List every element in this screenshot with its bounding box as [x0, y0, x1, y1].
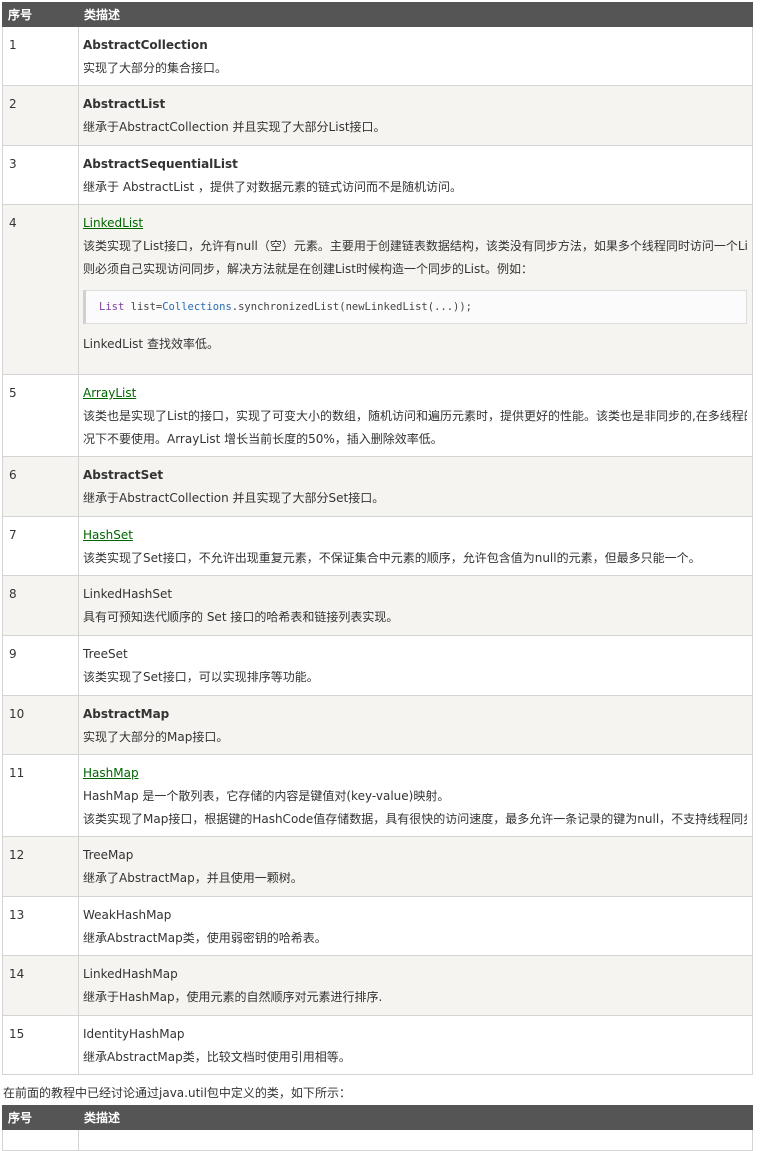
header-index: 序号: [2, 2, 79, 27]
class-name-link[interactable]: HashMap: [83, 766, 747, 780]
row-description: AbstractSequentialList 继承于 AbstractList ，…: [78, 145, 753, 205]
collection-classes-table: 序号 类描述 1 AbstractCollection 实现了大部分的集合接口。 2 A…: [2, 2, 753, 1075]
row-index: 6: [2, 456, 79, 517]
table-row: 14 LinkedHashMap 继承于HashMap，使用元素的自然顺序对元素进行…: [2, 955, 753, 1016]
description-line: 该类也是实现了List的接口，实现了可变大小的数组，随机访问和遍历元素时，提供更…: [83, 410, 747, 423]
header-description: 类描述: [78, 1105, 753, 1130]
description-line: HashMap 是一个散列表，它存储的内容是键值对(key-value)映射。: [83, 790, 450, 803]
class-name: TreeMap: [83, 848, 134, 862]
table-header-row: 序号 类描述: [2, 1105, 753, 1130]
description-line: 继承AbstractMap类，使用弱密钥的哈希表。: [83, 932, 327, 945]
row-description: ArrayList 该类也是实现了List的接口，实现了可变大小的数组，随机访问和…: [78, 374, 753, 457]
row-index: 15: [2, 1015, 79, 1075]
row-description: TreeMap 继承了AbstractMap，并且使用一颗树。: [78, 836, 753, 897]
description-cell: [78, 1129, 753, 1151]
class-name-link[interactable]: LinkedList: [83, 216, 747, 230]
class-name-link[interactable]: HashSet: [83, 528, 747, 542]
row-index: 8: [2, 575, 79, 636]
description-line: 继承于 AbstractList ，提供了对数据元素的链式访问而不是随机访问。: [83, 181, 462, 194]
table-row: 15 IdentityHashMap 继承AbstractMap类，比较文档时使用引…: [2, 1015, 753, 1075]
row-index: 12: [2, 836, 79, 897]
class-name: WeakHashMap: [83, 908, 172, 922]
row-index: 5: [2, 374, 79, 457]
row-index: 2: [2, 85, 79, 146]
row-description: TreeSet 该类实现了Set接口，可以实现排序等功能。: [78, 635, 753, 696]
row-description: AbstractSet 继承于AbstractCollection 并且实现了大部…: [78, 456, 753, 517]
class-name: TreeSet: [83, 647, 128, 661]
row-index: 13: [2, 896, 79, 956]
table-row: 12 TreeMap 继承了AbstractMap，并且使用一颗树。: [2, 836, 753, 897]
description-line: 继承了AbstractMap，并且使用一颗树。: [83, 872, 303, 885]
index-cell: [2, 1129, 79, 1151]
description-line: 实现了大部分的集合接口。: [83, 62, 228, 75]
description-line: 具有可预知迭代顺序的 Set 接口的哈希表和链接列表实现。: [83, 611, 399, 624]
row-description: IdentityHashMap 继承AbstractMap类，比较文档时使用引用相…: [78, 1015, 753, 1075]
table-row: [2, 1129, 753, 1151]
table-row: 7 HashSet 该类实现了Set接口，不允许出现重复元素，不保证集合中元素的顺序…: [2, 516, 753, 576]
table-body: 1 AbstractCollection 实现了大部分的集合接口。 2 Abstract…: [2, 26, 753, 1075]
description-line: 继承于AbstractCollection 并且实现了大部分List接口。: [83, 121, 386, 134]
table-row: 6 AbstractSet 继承于AbstractCollection 并且实现了大…: [2, 456, 753, 517]
class-name: IdentityHashMap: [83, 1027, 185, 1041]
row-index: 4: [2, 204, 79, 375]
table-header-row: 序号 类描述: [2, 2, 753, 27]
row-description: LinkedList 该类实现了List接口，允许有null（空）元素。主要用于创…: [78, 204, 753, 375]
row-index: 1: [2, 26, 79, 86]
table-row: 11 HashMap HashMap 是一个散列表，它存储的内容是键值对(key-v…: [2, 754, 753, 837]
header-index: 序号: [2, 1105, 79, 1130]
row-index: 10: [2, 695, 79, 755]
description-line: 则必须自己实现访问同步，解决方法就是在创建List时候构造一个同步的List。例…: [83, 263, 533, 276]
code-token: list=: [124, 301, 163, 313]
table-row: 3 AbstractSequentialList 继承于 AbstractList …: [2, 145, 753, 205]
row-description: AbstractMap 实现了大部分的Map接口。: [78, 695, 753, 755]
row-index: 11: [2, 754, 79, 837]
class-name: AbstractSet: [83, 468, 164, 482]
table-row: 8 LinkedHashSet 具有可预知迭代顺序的 Set 接口的哈希表和链接列表…: [2, 575, 753, 636]
row-description: AbstractList 继承于AbstractCollection 并且实现了大…: [78, 85, 753, 146]
description-note: LinkedList 查找效率低。: [83, 337, 219, 351]
description-line: 该类实现了Set接口，可以实现排序等功能。: [83, 671, 319, 684]
row-description: WeakHashMap 继承AbstractMap类，使用弱密钥的哈希表。: [78, 896, 753, 956]
description-line: 继承于AbstractCollection 并且实现了大部分Set接口。: [83, 492, 385, 505]
description-line: 该类实现了Set接口，不允许出现重复元素，不保证集合中元素的顺序，允许包含值为n…: [83, 552, 701, 565]
table-row: 4 LinkedList 该类实现了List接口，允许有null（空）元素。主要用于…: [2, 204, 753, 375]
class-name-link[interactable]: ArrayList: [83, 386, 747, 400]
description-line: 实现了大部分的Map接口。: [83, 731, 229, 744]
table-row: 9 TreeSet 该类实现了Set接口，可以实现排序等功能。: [2, 635, 753, 696]
row-description: HashSet 该类实现了Set接口，不允许出现重复元素，不保证集合中元素的顺序，…: [78, 516, 753, 576]
code-example: List list=Collections.synchronizedList(n…: [83, 290, 747, 324]
row-index: 7: [2, 516, 79, 576]
class-name: AbstractCollection: [83, 38, 208, 52]
table-row: 13 WeakHashMap 继承AbstractMap类，使用弱密钥的哈希表。: [2, 896, 753, 956]
intro-paragraph: 在前面的教程中已经讨论通过java.util包中定义的类，如下所示：: [3, 1086, 351, 1100]
code-token: Collections: [162, 301, 232, 313]
description-line: 该类实现了List接口，允许有null（空）元素。主要用于创建链表数据结构，该类…: [83, 240, 747, 253]
table-row: 5 ArrayList 该类也是实现了List的接口，实现了可变大小的数组，随机访问…: [2, 374, 753, 457]
description-line: 况下不要使用。ArrayList 增长当前长度的50%，插入删除效率低。: [83, 433, 443, 446]
class-name: LinkedHashMap: [83, 967, 178, 981]
header-description: 类描述: [78, 2, 753, 27]
class-name: LinkedHashSet: [83, 587, 173, 601]
table-row: 1 AbstractCollection 实现了大部分的集合接口。: [2, 26, 753, 86]
row-description: LinkedHashSet 具有可预知迭代顺序的 Set 接口的哈希表和链接列表实…: [78, 575, 753, 636]
class-name: AbstractList: [83, 97, 166, 111]
row-index: 14: [2, 955, 79, 1016]
utility-classes-table: 序号 类描述: [2, 1105, 753, 1151]
row-description: LinkedHashMap 继承于HashMap，使用元素的自然顺序对元素进行排序…: [78, 955, 753, 1016]
description-line: 继承于HashMap，使用元素的自然顺序对元素进行排序.: [83, 991, 383, 1004]
table-row: 2 AbstractList 继承于AbstractCollection 并且实现了…: [2, 85, 753, 146]
description-line: 该类实现了Map接口，根据键的HashCode值存储数据，具有很快的访问速度，最…: [83, 813, 747, 826]
row-description: AbstractCollection 实现了大部分的集合接口。: [78, 26, 753, 86]
class-name: AbstractSequentialList: [83, 157, 238, 171]
row-index: 3: [2, 145, 79, 205]
row-description: HashMap HashMap 是一个散列表，它存储的内容是键值对(key-val…: [78, 754, 753, 837]
code-token: List: [99, 301, 125, 313]
class-name: AbstractMap: [83, 707, 170, 721]
table-row: 10 AbstractMap 实现了大部分的Map接口。: [2, 695, 753, 755]
row-index: 9: [2, 635, 79, 696]
description-line: 继承AbstractMap类，比较文档时使用引用相等。: [83, 1051, 351, 1064]
code-token: .synchronizedList(newLinkedList(...));: [231, 301, 472, 313]
